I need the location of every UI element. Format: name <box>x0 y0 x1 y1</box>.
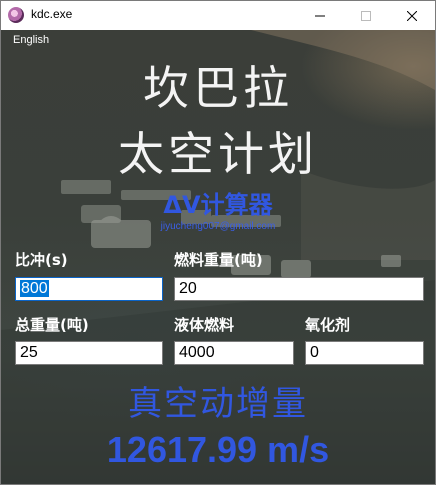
isp-value: 800 <box>20 280 49 297</box>
header-line-1: 坎巴拉 <box>143 61 293 115</box>
total-mass-label: 总重量(吨) <box>15 316 89 334</box>
header-line-2: 太空计划 <box>118 127 318 181</box>
liquid-fuel-label: 液体燃料 <box>174 316 235 334</box>
maximize-button[interactable] <box>343 1 389 30</box>
window-title: kdc.exe <box>31 7 73 21</box>
total-mass-input[interactable]: 25 <box>15 341 163 365</box>
maximize-icon <box>361 10 371 21</box>
result-label: 真空动增量 <box>128 384 308 424</box>
title-bar[interactable]: kdc.exe <box>1 1 435 30</box>
minimize-button[interactable] <box>297 1 343 30</box>
app-icon[interactable] <box>8 7 24 23</box>
minimize-icon <box>315 15 325 16</box>
fuel-mass-input[interactable]: 20 <box>174 277 424 301</box>
client-area: English 坎巴拉 太空计划 ΔV计算器 jiyucheng007@gmai… <box>1 30 435 484</box>
app-subtitle: ΔV计算器 <box>163 191 273 219</box>
author-email: jiyucheng007@gmail.com <box>160 221 276 232</box>
oxidizer-label: 氧化剂 <box>305 316 351 334</box>
close-icon <box>407 10 417 21</box>
language-link[interactable]: English <box>13 34 49 46</box>
result-value: 12617.99 m/s <box>106 429 330 470</box>
oxidizer-input[interactable]: 0 <box>305 341 424 365</box>
fuel-mass-label: 燃料重量(吨) <box>174 251 263 269</box>
isp-label: 比冲(s) <box>15 251 68 269</box>
liquid-fuel-input[interactable]: 4000 <box>174 341 294 365</box>
close-button[interactable] <box>389 1 435 30</box>
app-window: kdc.exe English 坎巴拉 太空计划 ΔV计算器 jiyucheng… <box>0 0 436 485</box>
isp-input[interactable]: 800 <box>15 277 163 301</box>
